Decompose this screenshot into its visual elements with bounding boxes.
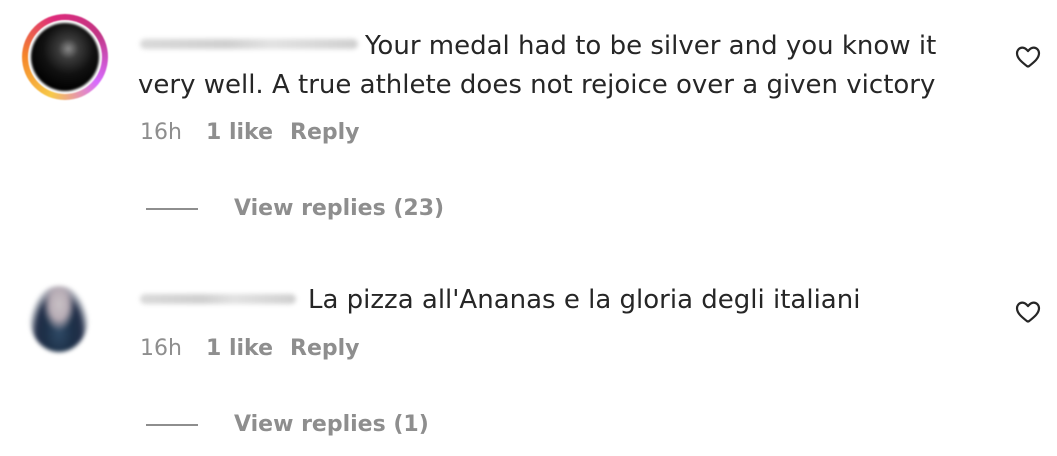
comment-text-continued: very well. A true athlete does not rejoi… — [138, 70, 936, 100]
heart-outline-icon[interactable] — [1015, 45, 1041, 69]
commenter-avatar[interactable] — [30, 286, 88, 352]
comment-text: Your medal had to be silver and you know… — [365, 31, 937, 61]
comment-meta: 16h 1 like Reply — [140, 336, 360, 361]
view-replies-button[interactable]: View replies (1) — [146, 412, 429, 437]
comment-timestamp[interactable]: 16h — [140, 336, 206, 361]
comments-panel: { "comments": [ { "username_blurred": tr… — [0, 0, 1057, 456]
comment-meta: 16h 1 like Reply — [140, 120, 360, 145]
view-replies-label: View replies (23) — [234, 196, 445, 221]
commenter-username-blurred[interactable] — [140, 39, 358, 49]
heart-outline-icon[interactable] — [1015, 300, 1041, 324]
comment-like-count[interactable]: 1 like — [206, 120, 290, 145]
comment-timestamp[interactable]: 16h — [140, 120, 206, 145]
reply-button[interactable]: Reply — [290, 120, 360, 145]
view-replies-label: View replies (1) — [234, 412, 429, 437]
replies-divider-line — [146, 423, 198, 426]
view-replies-button[interactable]: View replies (23) — [146, 196, 444, 221]
comment-item: Your medal had to be silver and you know… — [0, 0, 1057, 240]
comment-item: La pizza all'Ananas e la gloria degli it… — [0, 270, 1057, 456]
commenter-avatar[interactable] — [22, 14, 108, 100]
avatar-photo — [31, 23, 99, 91]
commenter-username-blurred[interactable] — [140, 294, 296, 304]
reply-button[interactable]: Reply — [290, 336, 360, 361]
replies-divider-line — [146, 207, 198, 210]
comment-like-count[interactable]: 1 like — [206, 336, 290, 361]
comment-text: La pizza all'Ananas e la gloria degli it… — [308, 285, 861, 315]
